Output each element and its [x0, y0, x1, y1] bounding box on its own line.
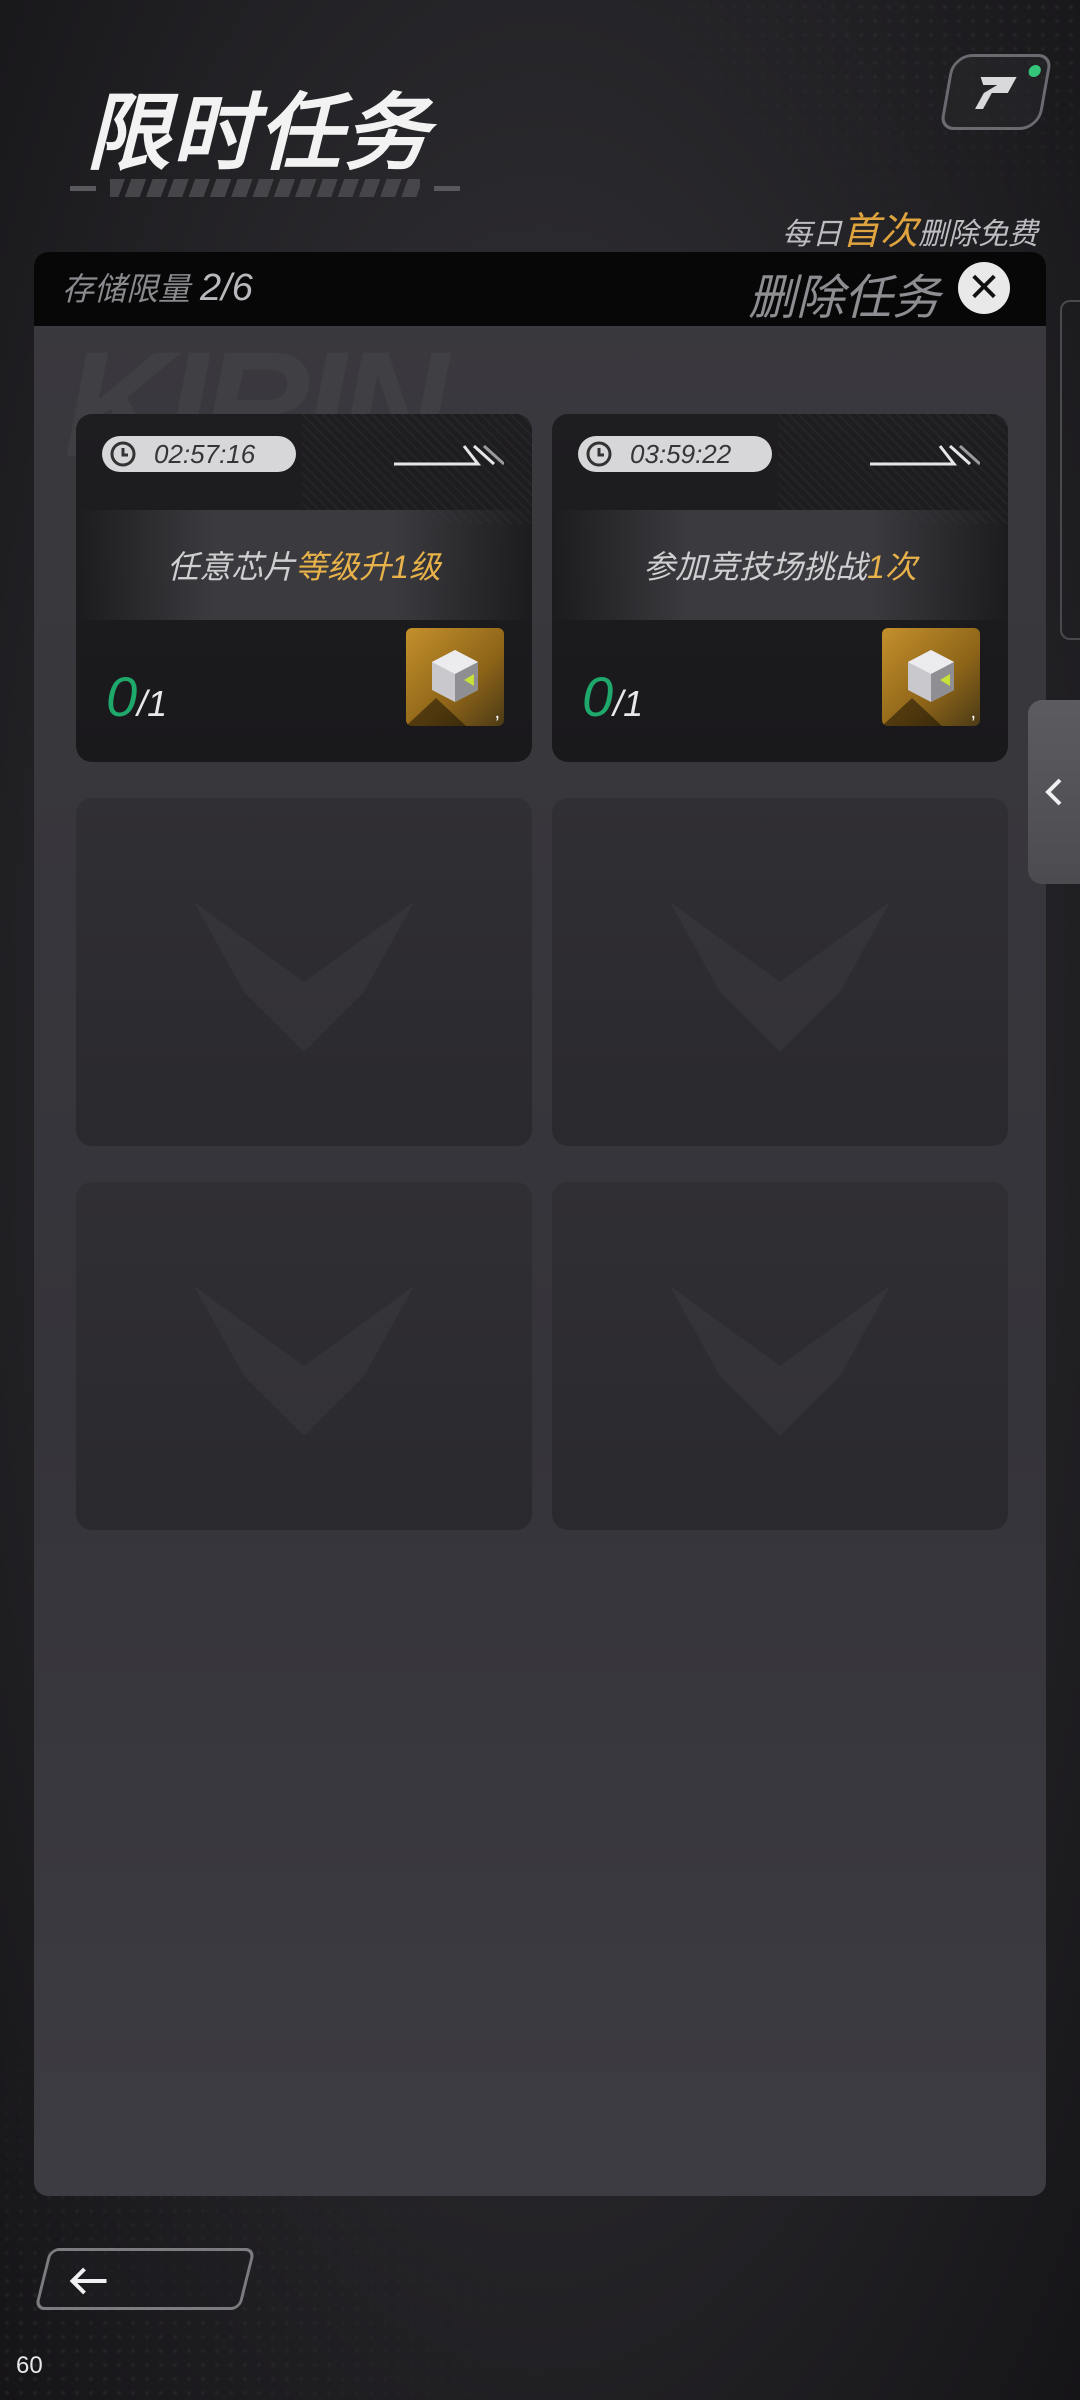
reward-item[interactable]: ,	[406, 628, 504, 726]
empty-slot-emblem-icon	[630, 1256, 930, 1456]
fps-counter: 60	[16, 2352, 43, 2379]
task-panel: 存储限量2/6 删除任务 ✕ KIRIN 02:57:16 任意芯片等级升1级 …	[34, 252, 1046, 2196]
page-title: 限时任务	[86, 86, 431, 180]
side-panel-toggle[interactable]	[1028, 700, 1080, 884]
timer-pill: 03:59:22	[578, 436, 772, 472]
empty-slot-emblem-icon	[630, 872, 930, 1072]
clock-icon	[584, 439, 614, 469]
storage-limit: 存储限量 2/6	[62, 267, 253, 309]
arrow-decoration-icon	[870, 444, 980, 466]
empty-task-slot	[552, 798, 1008, 1146]
empty-task-slot	[76, 1182, 532, 1530]
empty-slot-emblem-icon	[154, 872, 454, 1072]
back-button[interactable]	[34, 2248, 256, 2310]
task-description: 任意芯片 等级升1级	[76, 510, 532, 620]
panel-header: 存储限量 2/6 删除任务 ✕	[34, 252, 1046, 326]
task-progress: 0/1	[106, 665, 168, 728]
timer-text: 02:57:16	[154, 438, 256, 469]
task-description: 参加竞技场挑战 1次	[552, 510, 1008, 620]
task-progress: 0/1	[582, 665, 644, 728]
logo-icon	[975, 77, 1017, 109]
side-panel-edge	[1060, 300, 1080, 640]
chip-cube-icon	[406, 650, 478, 726]
chip-cube-icon	[882, 650, 954, 726]
storage-count: 2/6	[200, 267, 253, 309]
menu-button[interactable]	[939, 54, 1053, 130]
title-decoration	[70, 178, 460, 198]
clock-icon	[108, 439, 138, 469]
timer-text: 03:59:22	[630, 438, 732, 469]
timer-pill: 02:57:16	[102, 436, 296, 472]
back-arrow-icon	[69, 2267, 107, 2295]
empty-task-slot	[552, 1182, 1008, 1530]
task-card[interactable]: 02:57:16 任意芯片 等级升1级 0/1 ,	[76, 414, 532, 762]
empty-task-slot	[76, 798, 532, 1146]
notification-dot	[1027, 65, 1042, 77]
chevron-left-icon	[1045, 778, 1062, 806]
free-delete-note: 每日首次删除免费	[781, 211, 1038, 253]
delete-task-label[interactable]: 删除任务	[748, 258, 940, 328]
delete-close-icon[interactable]: ✕	[958, 262, 1010, 314]
arrow-decoration-icon	[394, 444, 504, 466]
task-card[interactable]: 03:59:22 参加竞技场挑战 1次 0/1 ,	[552, 414, 1008, 762]
reward-item[interactable]: ,	[882, 628, 980, 726]
empty-slot-emblem-icon	[154, 1256, 454, 1456]
